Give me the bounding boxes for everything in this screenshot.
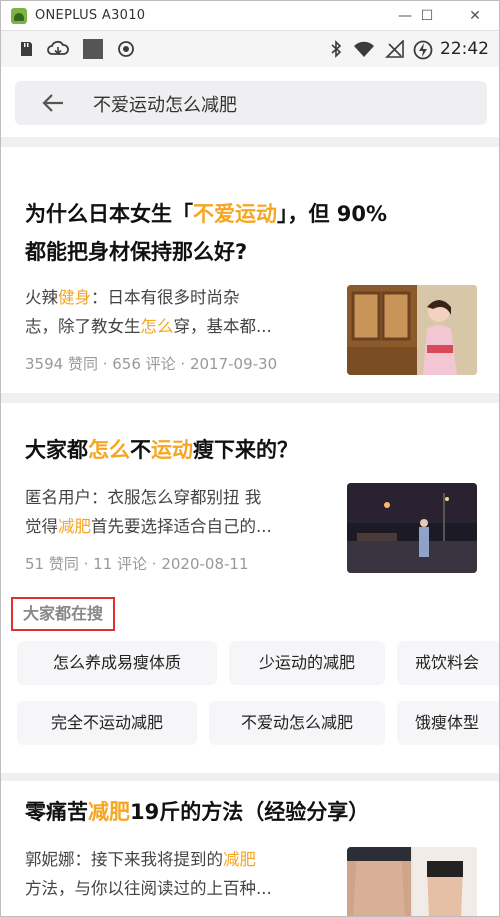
result-meta: 3594 赞同 · 656 评论 · 2017-09-30 <box>25 355 278 373</box>
result-title: 零痛苦减肥19斤的方法（经验分享） <box>25 793 369 831</box>
snippet-text: 首先要选择适合自己的... <box>91 517 272 536</box>
result-snippet-line2: 觉得减肥首先要选择适合自己的... <box>25 512 325 541</box>
result-title: 大家都怎么不运动瘦下来的？ <box>25 431 298 469</box>
trending-chip[interactable]: 怎么养成易瘦体质 <box>17 641 217 685</box>
title-highlight: 不爱运动 <box>193 202 277 226</box>
no-signal-icon <box>385 40 404 58</box>
record-icon <box>118 41 134 57</box>
search-query: 不爱运动怎么减肥 <box>93 95 237 116</box>
maximize-button[interactable]: ☐ <box>415 5 439 27</box>
wifi-icon <box>354 41 374 57</box>
result-snippet-line2: 方法，与你以往阅读过的上百种... <box>25 879 272 898</box>
search-header: 不爱运动怎么减肥 <box>1 67 499 137</box>
woman-photo-image <box>347 285 477 375</box>
snippet-text: 火辣 <box>25 288 58 307</box>
snippet-highlight: 减肥 <box>223 850 256 869</box>
result-snippet-line1: 火辣健身：日本有很多时尚杂 <box>25 283 325 312</box>
status-bar: 22:42 <box>1 31 499 67</box>
trending-chip[interactable]: 戒饮料会 <box>397 641 499 685</box>
result-card-3[interactable]: 零痛苦减肥19斤的方法（经验分享） 郭妮娜：接下来我将提到的减肥 方法，与你以往… <box>1 781 499 916</box>
title-text: 大家都 <box>25 438 88 462</box>
trending-title: 大家都在搜 <box>11 597 116 631</box>
close-button[interactable]: ✕ <box>463 5 487 27</box>
title-text: 不 <box>130 438 151 462</box>
window-title: ONEPLUS A3010 <box>35 8 146 23</box>
minimize-button[interactable]: — <box>393 5 417 27</box>
title-text: 为什么日本女生「 <box>25 202 193 226</box>
battery-charging-icon <box>413 40 433 60</box>
snippet-text: ：日本有很多时尚杂 <box>91 288 240 307</box>
android-app-icon <box>11 8 27 24</box>
result-snippet-line1: 匿名用户：衣服怎么穿都别扭 我 <box>25 488 262 507</box>
status-time: 22:42 <box>440 39 489 59</box>
title-text: 瘦下来的？ <box>193 438 298 462</box>
result-title-line2: 都能把身材保持那么好? <box>25 240 248 264</box>
title-text: 零痛苦 <box>25 800 88 824</box>
result-title: 为什么日本女生「不爱运动」，但 90% <box>25 195 387 233</box>
before-after-body-image <box>347 847 477 916</box>
result-thumbnail <box>347 483 477 573</box>
snippet-highlight: 怎么 <box>140 317 174 336</box>
trending-chip[interactable]: 少运动的减肥 <box>229 641 385 685</box>
back-arrow-icon[interactable] <box>41 93 65 113</box>
result-card-1[interactable]: 为什么日本女生「不爱运动」，但 90% 都能把身材保持那么好? 火辣健身：日本有… <box>1 147 499 393</box>
window-titlebar: ONEPLUS A3010 — ☐ ✕ <box>1 1 499 31</box>
title-highlight: 运动 <box>151 438 193 462</box>
title-text: 」，但 90% <box>277 202 388 226</box>
result-meta: 51 赞同 · 11 评论 · 2020-08-11 <box>25 555 249 573</box>
snippet-text: 觉得 <box>25 517 58 536</box>
title-highlight: 怎么 <box>88 438 130 462</box>
snippet-text: 穿，基本都... <box>173 317 272 336</box>
search-input[interactable]: 不爱运动怎么减肥 <box>15 81 487 125</box>
street-night-image <box>347 483 477 573</box>
snippet-highlight: 减肥 <box>58 517 91 536</box>
title-highlight: 减肥 <box>88 800 130 824</box>
title-text: 19斤的方法（经验分享） <box>130 800 370 824</box>
result-snippet-line2: 志，除了教女生怎么穿，基本都... <box>25 312 325 341</box>
snippet-text: 郭妮娜：接下来我将提到的 <box>25 850 223 869</box>
app-notification-icon <box>83 39 103 59</box>
snippet-highlight: 健身 <box>58 288 91 307</box>
trending-chip[interactable]: 不爱动怎么减肥 <box>209 701 385 745</box>
trending-section: 大家都在搜 怎么养成易瘦体质 少运动的减肥 戒饮料会 完全不运动减肥 不爱动怎么… <box>1 595 499 773</box>
cloud-download-icon <box>47 40 69 55</box>
trending-chip[interactable]: 完全不运动减肥 <box>17 701 197 745</box>
result-snippet-line1: 郭妮娜：接下来我将提到的减肥 <box>25 845 325 874</box>
snippet-text: 志，除了教女生 <box>25 317 141 336</box>
bluetooth-icon <box>331 40 342 58</box>
emulator-window: ONEPLUS A3010 — ☐ ✕ 22:42 不爱运动怎么减肥 为什么日本… <box>0 0 500 917</box>
sd-card-icon <box>21 42 32 56</box>
result-thumbnail <box>347 285 477 375</box>
result-thumbnail <box>347 847 477 916</box>
trending-chip[interactable]: 饿瘦体型 <box>397 701 499 745</box>
result-card-2[interactable]: 大家都怎么不运动瘦下来的？ 匿名用户：衣服怎么穿都别扭 我 觉得减肥首先要选择适… <box>1 403 499 595</box>
